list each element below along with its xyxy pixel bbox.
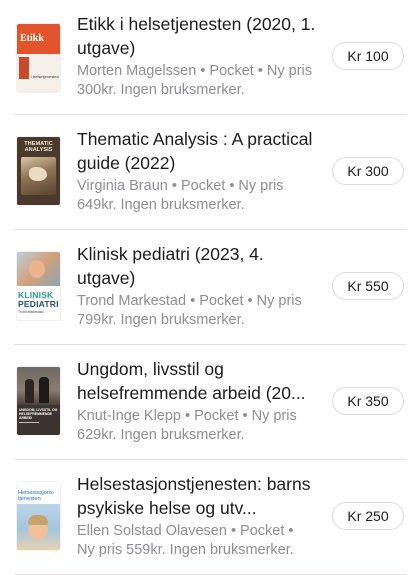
list-item[interactable]: UNGDOM, LIVSSTIL OG HELSEFREMMENDE ARBEI…	[0, 345, 420, 460]
price-button[interactable]: Kr 550	[332, 272, 404, 300]
listing-meta: Virginia Braun • Pocket • Ny pris 649kr.…	[77, 177, 313, 215]
book-cover-image[interactable]: UNGDOM, LIVSSTIL OG HELSEFREMMENDE ARBEI…	[17, 367, 60, 435]
cover-title-line2: PEDIATRI	[18, 299, 59, 309]
price-button[interactable]: Kr 300	[332, 157, 404, 185]
listing-title[interactable]: Ungdom, livsstil og helsefremmende arbei…	[77, 357, 317, 405]
price-button[interactable]: Kr 100	[332, 42, 404, 70]
author-name: Morten Magelssen	[77, 63, 197, 79]
price-button[interactable]: Kr 250	[332, 502, 404, 530]
listing-meta: Knut-Inge Klepp • Pocket • Ny pris 629kr…	[77, 407, 313, 445]
book-cover-image[interactable]: KLINISK PEDIATRI Trond Markestad	[17, 252, 60, 320]
cover-author: Trond Markestad	[18, 310, 44, 314]
author-name: Ellen Solstad Olavesen	[77, 523, 227, 539]
author-name: Trond Markestad	[77, 293, 187, 309]
listing-title[interactable]: Thematic Analysis : A practical guide (2…	[77, 127, 317, 175]
price-button[interactable]: Kr 350	[332, 387, 404, 415]
cover-subtitle: i helsetjenesten	[31, 74, 59, 79]
list-item[interactable]: THEMATIC ANALYSIS Thematic Analysis : A …	[0, 115, 420, 230]
listing-meta: Trond Markestad • Pocket • Ny pris 799kr…	[77, 292, 313, 330]
listing-title[interactable]: Helsestasjonstjenesten: barns psykiske h…	[77, 472, 317, 520]
listing-list: Etikk i helsetjenesten Etikk i helsetjen…	[0, 0, 420, 575]
listing-title[interactable]: Etikk i helsetjenesten (2020, 1. utgave)	[77, 12, 317, 60]
cover-title: UNGDOM, LIVSSTIL OG HELSEFREMMENDE ARBEI…	[19, 408, 58, 420]
list-item[interactable]: Helsestasjons-tjenesten Helsestasjonstje…	[0, 460, 420, 575]
cover-title: Etikk	[20, 33, 44, 44]
listing-title[interactable]: Klinisk pediatri (2023, 4. utgave)	[77, 242, 317, 290]
book-cover-image[interactable]: Helsestasjons-tjenesten	[17, 482, 60, 550]
list-item[interactable]: Etikk i helsetjenesten Etikk i helsetjen…	[0, 0, 420, 115]
listing-meta: Morten Magelssen • Pocket • Ny pris 300k…	[77, 62, 313, 100]
cover-title: THEMATIC ANALYSIS	[24, 141, 53, 153]
cover-title: Helsestasjons-tjenesten	[18, 490, 55, 502]
book-cover-image[interactable]: THEMATIC ANALYSIS	[17, 137, 60, 205]
author-name: Knut-Inge Klepp	[77, 408, 181, 424]
listing-meta: Ellen Solstad Olavesen • Pocket • Ny pri…	[77, 522, 313, 560]
author-name: Virginia Braun	[77, 178, 168, 194]
list-item[interactable]: KLINISK PEDIATRI Trond Markestad Klinisk…	[0, 230, 420, 345]
book-cover-image[interactable]: Etikk i helsetjenesten	[17, 24, 60, 92]
